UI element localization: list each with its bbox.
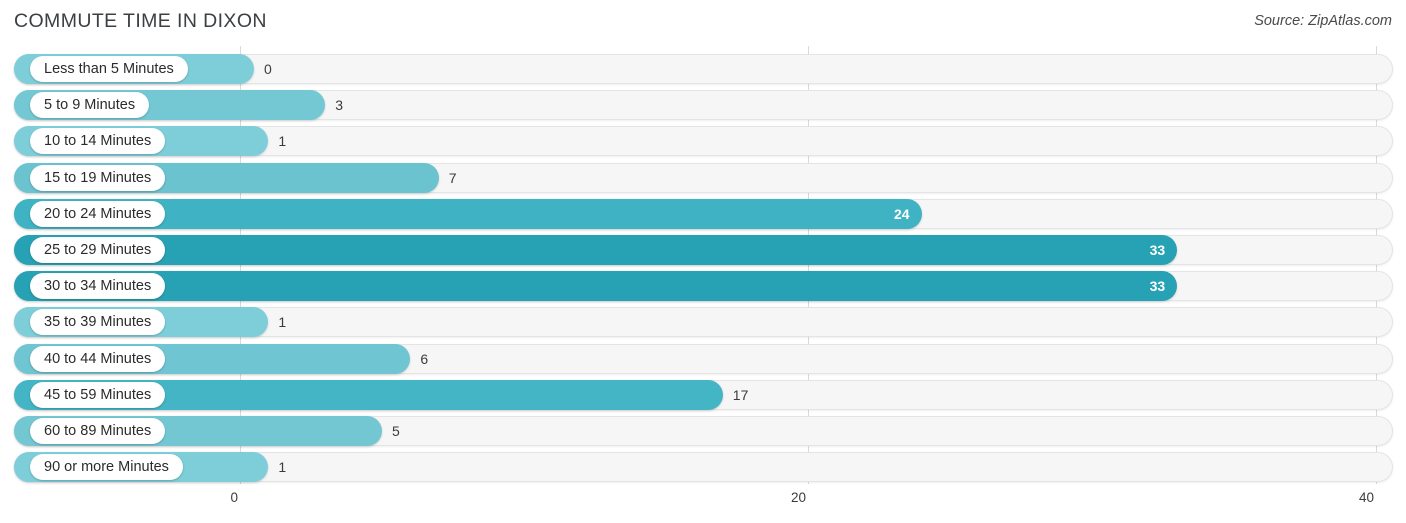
- bar-value-label: 0: [264, 61, 272, 77]
- category-label: 20 to 24 Minutes: [30, 200, 166, 227]
- bar-value-label: 33: [1149, 278, 1166, 295]
- bar-row[interactable]: 17 45 to 59 Minutes: [14, 379, 1393, 410]
- bar-row[interactable]: 6 40 to 44 Minutes: [14, 343, 1393, 374]
- bar-row[interactable]: 0 Less than 5 Minutes: [14, 54, 1393, 84]
- bar-value-label: 33: [1149, 242, 1166, 258]
- bar-row[interactable]: 24 20 to 24 Minutes: [14, 198, 1393, 229]
- bar-rows: 0 Less than 5 Minutes 3 5 to 9 Minutes 1 10 t…: [0, 46, 1406, 484]
- bar-value-label: 1: [278, 314, 287, 331]
- bar-value-label: 6: [420, 350, 429, 367]
- bar-row[interactable]: 33 30 to 34 Minutes: [14, 271, 1393, 302]
- bar-value-label: 1: [278, 133, 287, 150]
- bar-value-label: 5: [392, 423, 400, 439]
- x-axis: 0 20 40: [0, 484, 1406, 523]
- category-label: 30 to 34 Minutes: [30, 273, 166, 300]
- chart-header: COMMUTE TIME IN DIXON Source: ZipAtlas.c…: [0, 0, 1406, 46]
- bar-row[interactable]: 1 90 or more Minutes: [14, 452, 1393, 483]
- category-label: 10 to 14 Minutes: [30, 128, 166, 155]
- bar: 33: [14, 235, 1178, 265]
- category-label: 45 to 59 Minutes: [30, 381, 166, 408]
- bar-row[interactable]: 1 10 to 14 Minutes: [14, 126, 1393, 157]
- plot-area: 0 Less than 5 Minutes 3 5 to 9 Minutes 1 10 t…: [0, 46, 1406, 484]
- bar-row[interactable]: 33 25 to 29 Minutes: [14, 235, 1393, 265]
- axis-tick-label: 0: [230, 490, 238, 505]
- page-title: COMMUTE TIME IN DIXON: [14, 10, 267, 32]
- category-label: 40 to 44 Minutes: [30, 345, 166, 372]
- axis-tick-label: 40: [1358, 490, 1374, 505]
- source-attribution: Source: ZipAtlas.com: [1254, 13, 1392, 29]
- category-label: 15 to 19 Minutes: [30, 164, 166, 191]
- axis-tick-label: 20: [790, 490, 806, 505]
- category-label: 25 to 29 Minutes: [30, 237, 166, 263]
- bar-value-label: 24: [894, 205, 910, 222]
- chart-container: COMMUTE TIME IN DIXON Source: ZipAtlas.c…: [0, 0, 1406, 523]
- bar-value-label: 7: [448, 169, 457, 186]
- bar-row[interactable]: 7 15 to 19 Minutes: [14, 162, 1393, 193]
- bar-value-label: 1: [278, 459, 287, 476]
- category-label: 35 to 39 Minutes: [30, 309, 166, 336]
- bar-row[interactable]: 3 5 to 9 Minutes: [14, 90, 1393, 121]
- bar-row[interactable]: 5 60 to 89 Minutes: [14, 416, 1393, 446]
- category-label: 5 to 9 Minutes: [30, 92, 150, 119]
- bar: 33: [14, 271, 1178, 302]
- bar-value-label: 17: [732, 386, 749, 403]
- category-label: Less than 5 Minutes: [30, 56, 188, 82]
- category-label: 60 to 89 Minutes: [30, 418, 166, 444]
- bar-row[interactable]: 1 35 to 39 Minutes: [14, 307, 1393, 338]
- bar-value-label: 3: [335, 97, 343, 114]
- category-label: 90 or more Minutes: [30, 454, 183, 481]
